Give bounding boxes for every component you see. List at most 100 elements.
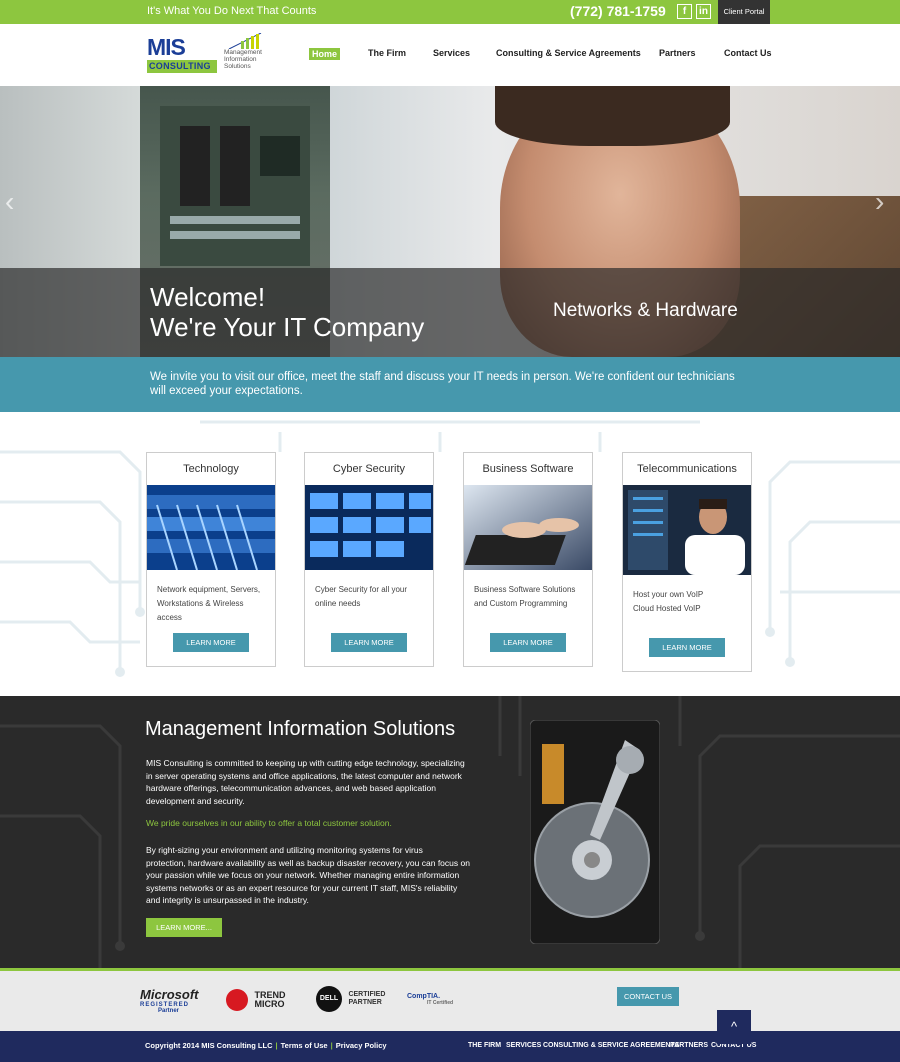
footer-nav-the-firm[interactable]: THE FIRM xyxy=(468,1042,501,1049)
slider-next-icon[interactable]: › xyxy=(875,186,884,218)
dell-text: CERTIFIED PARTNER xyxy=(348,991,385,1007)
comptia-text: CompTIA. xyxy=(407,993,441,1000)
copyright-text: Copyright 2014 MIS Consulting LLC xyxy=(145,1041,273,1050)
about-line: MIS Consulting is committed to keeping u… xyxy=(146,758,465,768)
nav-the-firm[interactable]: The Firm xyxy=(368,48,406,58)
learn-more-button[interactable]: LEARN MORE xyxy=(331,633,407,652)
logo-sub-1: Management xyxy=(224,49,262,56)
trend-line-2: MICRO xyxy=(254,999,285,1009)
card-text-line: Business Software Solutions xyxy=(474,585,576,594)
separator: | xyxy=(330,1041,333,1050)
footer-nav-services[interactable]: SERVICES xyxy=(506,1042,541,1049)
logo-bars-icon xyxy=(228,33,262,49)
about-line: hardware offerings, telecommunication ad… xyxy=(146,783,436,793)
logo-sub-3: Solutions xyxy=(224,63,251,70)
card-title: Technology xyxy=(183,463,239,475)
hero-person-hair xyxy=(495,86,730,146)
learn-more-button[interactable]: LEARN MORE xyxy=(649,638,725,657)
card-title: Business Software xyxy=(482,463,574,475)
hero-subtitle: Networks & Hardware xyxy=(553,300,738,321)
about-paragraph-1: MIS Consulting is committed to keeping u… xyxy=(146,757,471,807)
about-line: systems networks or as an expert resourc… xyxy=(146,882,458,893)
footer-nav-partners[interactable]: PARTNERS xyxy=(670,1042,708,1049)
dell-partner-logo: DELL CERTIFIED PARTNER xyxy=(316,986,385,1012)
card-text-line: online needs xyxy=(315,599,361,608)
dell-icon: DELL xyxy=(316,986,342,1012)
hero-title: Welcome! We're Your IT Company xyxy=(150,282,424,342)
hero-title-line-1: Welcome! xyxy=(150,282,266,312)
intro-band: We invite you to visit our office, meet … xyxy=(0,357,900,412)
business-software-image xyxy=(464,485,592,570)
card-text-line: Network equipment, Servers, xyxy=(157,585,261,594)
about-learn-more-button[interactable]: LEARN MORE... xyxy=(146,918,222,937)
learn-more-button[interactable]: LEARN MORE xyxy=(173,633,249,652)
service-card-business-software: Business Software Business Software Solu… xyxy=(463,452,593,667)
comptia-sub: IT Certified xyxy=(427,1000,454,1006)
linkedin-icon[interactable]: in xyxy=(696,4,711,19)
learn-more-button[interactable]: LEARN MORE xyxy=(490,633,566,652)
trend-micro-text: TREND MICRO xyxy=(254,991,285,1009)
about-highlight: We pride ourselves in our ability to off… xyxy=(146,818,392,828)
company-logo[interactable]: MIS CONSULTING Management Information So… xyxy=(147,32,272,78)
terms-link[interactable]: Terms of Use xyxy=(281,1041,328,1050)
about-line: in server operating systems and office a… xyxy=(146,770,462,781)
card-description: Business Software Solutions and Custom P… xyxy=(464,575,592,627)
hero-caption-overlay xyxy=(0,268,900,357)
nav-partners[interactable]: Partners xyxy=(659,48,696,58)
tagline: It's What You Do Next That Counts xyxy=(147,5,317,17)
service-card-telecommunications: Telecommunications Host your own VoIP Cl… xyxy=(622,452,752,672)
logo-tagline: Management Information Solutions xyxy=(224,49,262,70)
logo-consulting-text: CONSULTING xyxy=(147,60,217,73)
client-portal-button[interactable]: Client Portal xyxy=(718,0,770,24)
separator: | xyxy=(275,1041,278,1050)
microsoft-text: Microsoft xyxy=(140,987,199,1002)
card-description: Cyber Security for all your online needs xyxy=(305,575,433,627)
about-line: and integrity is unsurpassed in the indu… xyxy=(146,895,309,905)
microsoft-sub2: Partner xyxy=(158,1008,180,1014)
intro-text: We invite you to visit our office, meet … xyxy=(150,371,735,397)
nav-services[interactable]: Services xyxy=(433,48,470,58)
logo-sub-2: Information xyxy=(224,56,257,63)
nav-home[interactable]: Home xyxy=(309,48,341,60)
footer-nav-consulting[interactable]: CONSULTING & SERVICE AGREEMENTS xyxy=(543,1042,679,1049)
card-description: Host your own VoIP Cloud Hosted VoIP xyxy=(623,580,751,632)
card-title: Telecommunications xyxy=(637,463,737,475)
nav-contact-us[interactable]: Contact Us xyxy=(724,48,772,58)
about-line: protection, hardware availability as wel… xyxy=(146,857,470,868)
phone-link[interactable]: (772) 781-1759 xyxy=(570,3,666,19)
about-section: Management Information Solutions MIS Con… xyxy=(0,696,900,968)
card-description: Network equipment, Servers, Workstations… xyxy=(147,575,275,627)
card-text-line: Workstations & Wireless xyxy=(157,599,244,608)
service-card-technology: Technology Network equipment, Servers, W… xyxy=(146,452,276,667)
privacy-link[interactable]: Privacy Policy xyxy=(336,1041,387,1050)
footer-legal: Copyright 2014 MIS Consulting LLC | Terms … xyxy=(145,1041,387,1050)
card-text-line: Cyber Security for all your xyxy=(315,585,408,594)
dell-line-1: CERTIFIED xyxy=(348,991,386,998)
about-line: your passion while we focus on your netw… xyxy=(146,870,460,880)
dell-line-2: PARTNER xyxy=(348,999,382,1006)
hero-title-line-2: We're Your IT Company xyxy=(150,312,425,342)
logo-mis-text: MIS xyxy=(147,34,186,60)
comptia-logo: CompTIA. IT Certified xyxy=(407,993,453,1006)
nav-consulting-agreements[interactable]: Consulting & Service Agreements xyxy=(496,48,641,58)
contact-us-button[interactable]: CONTACT US xyxy=(617,987,679,1006)
about-line: development and security. xyxy=(146,795,245,806)
back-to-top-button[interactable]: ^ xyxy=(717,1010,751,1044)
telecommunications-image xyxy=(623,485,751,575)
about-line: By right-sizing your environment and uti… xyxy=(146,845,423,855)
cyber-security-image xyxy=(305,485,433,570)
trend-micro-icon xyxy=(226,989,248,1011)
card-text-line: access xyxy=(157,613,182,622)
about-title: Management Information Solutions xyxy=(145,718,456,740)
microsoft-partner-logo: Microsoft REGISTERED Partner xyxy=(140,987,199,1014)
slider-prev-icon[interactable]: ‹ xyxy=(5,186,14,218)
circuit-background xyxy=(0,420,900,677)
site-footer: Copyright 2014 MIS Consulting LLC | Terms … xyxy=(0,1031,900,1062)
partners-strip: Microsoft REGISTERED Partner TREND MICRO… xyxy=(0,971,900,1031)
service-card-cyber-security: Cyber Security Cyber Security for all yo… xyxy=(304,452,434,667)
about-paragraph-2: By right-sizing your environment and uti… xyxy=(146,844,471,907)
hard-drive-image xyxy=(530,720,660,944)
card-text-line: Cloud Hosted VoIP xyxy=(633,604,701,613)
facebook-icon[interactable]: f xyxy=(677,4,692,19)
hero-slider: ‹ › Welcome! We're Your IT Company Netwo… xyxy=(0,86,900,357)
